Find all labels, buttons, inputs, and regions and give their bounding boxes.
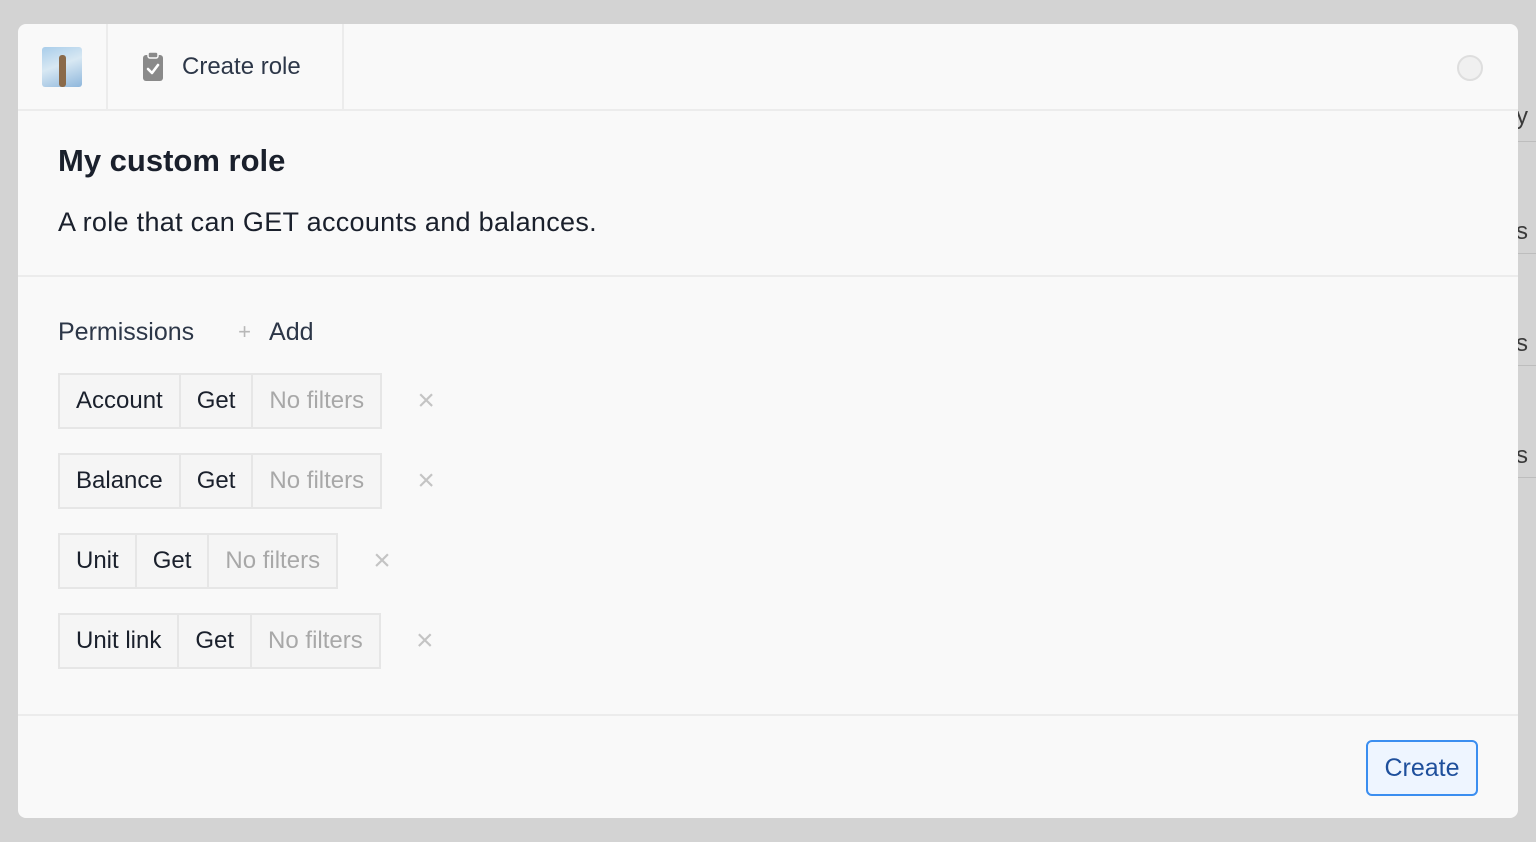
tab-label: Create role — [182, 52, 301, 80]
add-permission-button[interactable]: + Add — [238, 318, 313, 347]
filters-select[interactable]: No filters — [252, 615, 379, 667]
create-button[interactable]: Create — [1366, 740, 1478, 796]
remove-permission-icon[interactable]: × — [411, 624, 439, 658]
permissions-heading: Permissions — [58, 317, 195, 346]
action-select[interactable]: Get — [179, 615, 253, 667]
remove-permission-icon[interactable]: × — [368, 544, 396, 578]
permission-row: Unit Get No filters × — [58, 533, 1478, 589]
plus-icon: + — [238, 319, 252, 344]
add-label: Add — [269, 317, 314, 346]
resource-select[interactable]: Account — [60, 375, 181, 427]
action-select[interactable]: Get — [137, 535, 210, 587]
action-select[interactable]: Get — [181, 455, 254, 507]
remove-permission-icon[interactable]: × — [412, 464, 440, 498]
remove-permission-icon[interactable]: × — [412, 384, 440, 418]
avatar[interactable] — [42, 46, 82, 87]
modal-footer: Create — [18, 714, 1518, 818]
permission-chips: Unit link Get No filters — [58, 613, 381, 669]
avatar-cell — [18, 24, 108, 109]
role-intro: My custom role A role that can GET accou… — [18, 111, 1518, 277]
clipboard-check-icon — [143, 51, 163, 81]
permission-chips: Balance Get No filters — [58, 453, 383, 509]
tab-create-role[interactable]: Create role — [108, 24, 344, 109]
permission-chips: Unit Get No filters — [58, 533, 339, 589]
filters-select[interactable]: No filters — [253, 375, 380, 427]
modal-header: Create role — [18, 24, 1518, 111]
permissions-section: Permissions + Add Account Get No filters… — [18, 277, 1518, 669]
permission-row: Unit link Get No filters × — [58, 613, 1478, 669]
create-role-modal: Create role My custom role A role that c… — [18, 24, 1518, 818]
role-name[interactable]: My custom role — [58, 143, 1478, 179]
close-circle-button[interactable] — [1457, 55, 1483, 81]
permission-row: Balance Get No filters × — [58, 453, 1478, 509]
resource-select[interactable]: Balance — [60, 455, 181, 507]
role-description[interactable]: A role that can GET accounts and balance… — [58, 207, 1478, 238]
filters-select[interactable]: No filters — [209, 535, 336, 587]
permission-row: Account Get No filters × — [58, 373, 1478, 429]
permission-chips: Account Get No filters — [58, 373, 383, 429]
resource-select[interactable]: Unit — [60, 535, 137, 587]
resource-select[interactable]: Unit link — [60, 615, 180, 667]
filters-select[interactable]: No filters — [253, 455, 380, 507]
action-select[interactable]: Get — [181, 375, 254, 427]
